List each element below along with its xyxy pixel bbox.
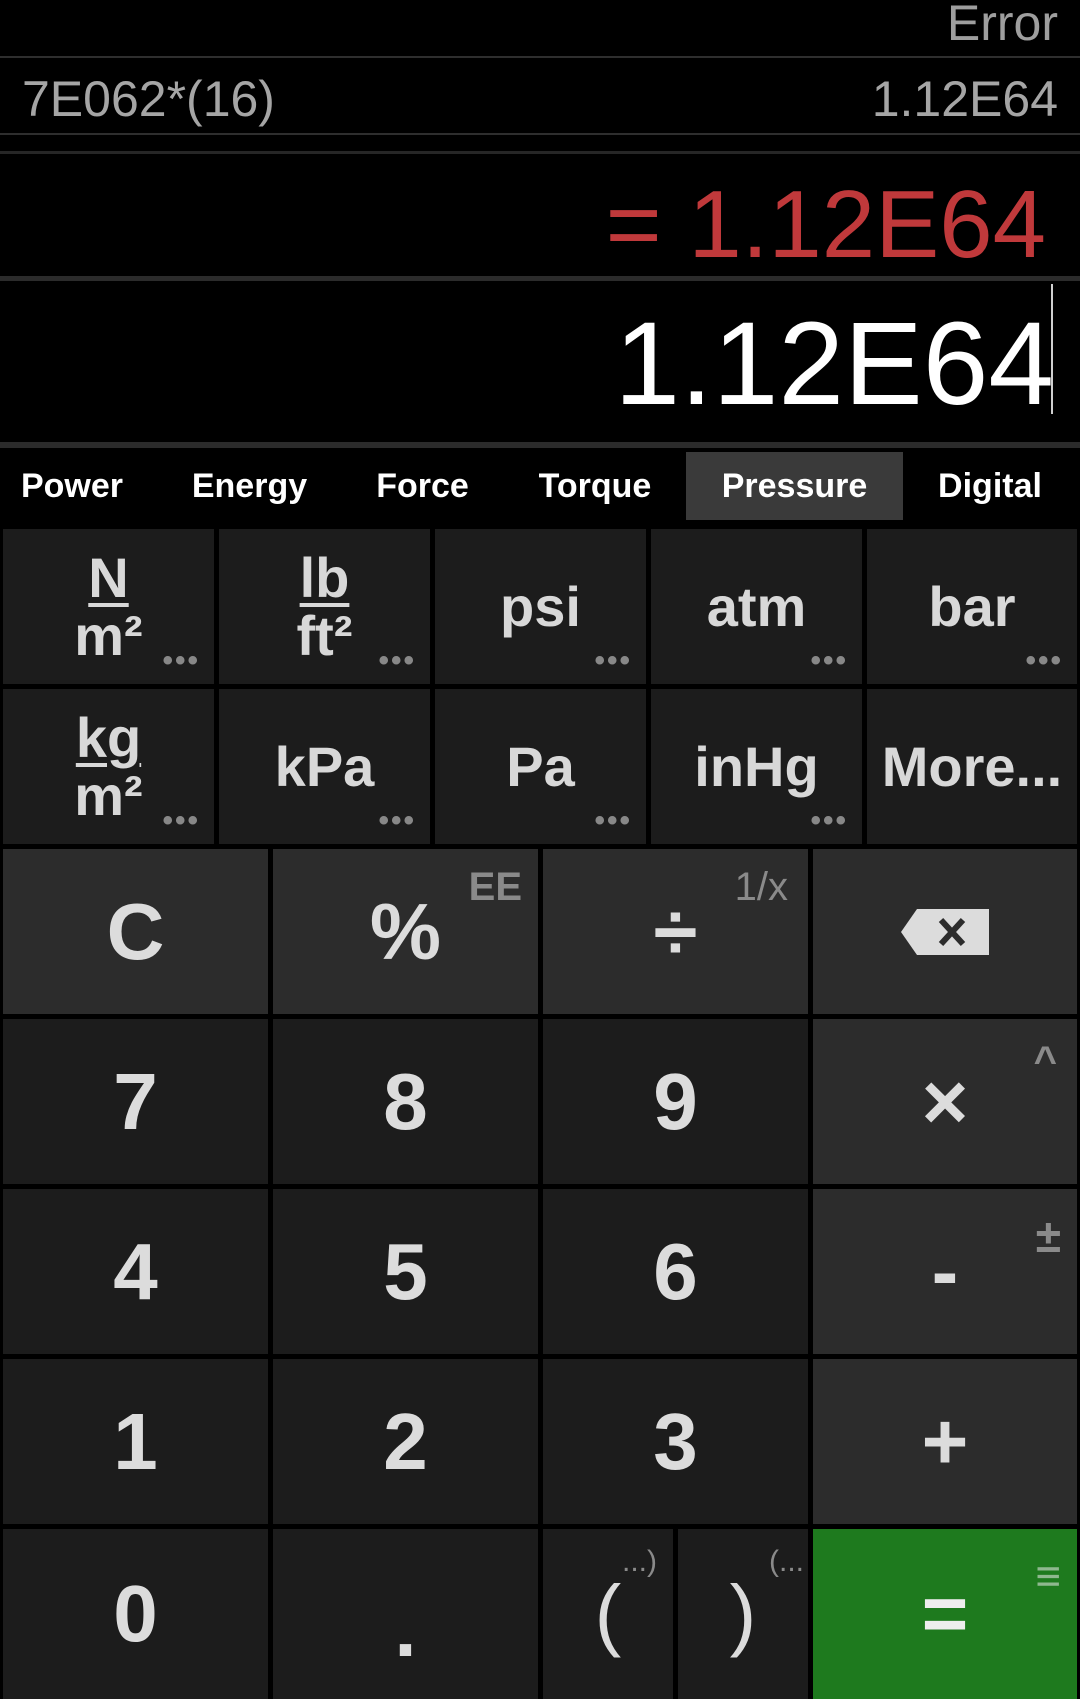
decimal-point-button[interactable]: . [273,1529,538,1699]
more-units-button[interactable]: More... [867,689,1077,844]
unit-numerator: N [88,545,129,609]
unit-numerator: lb [299,545,350,609]
history-expression[interactable]: 7E062*(16) [22,70,275,128]
more-options-icon: ••• [594,804,632,837]
nine-button[interactable]: 9 [543,1019,808,1184]
four-label: 4 [113,1226,158,1316]
tab-force[interactable]: Force [350,452,495,520]
clear-label: C [106,886,165,976]
more-options-icon: ••• [594,644,632,677]
percent-label: % [369,886,442,976]
more-options-icon: ••• [162,644,200,677]
unit-denominator: m² [74,603,143,667]
percent-button[interactable]: % EE [273,849,538,1014]
unit-bar-button[interactable]: bar ••• [867,529,1077,684]
backspace-icon [901,908,989,955]
seven-button[interactable]: 7 [3,1019,268,1184]
ee-secondary-label: EE [468,865,522,909]
unit-psi-button[interactable]: psi ••• [435,529,646,684]
more-options-icon: ••• [162,804,200,837]
tab-power[interactable]: Power [0,452,144,520]
power-secondary-label: ^ [1033,1039,1057,1083]
history-result[interactable]: 1.12E64 [872,70,1058,128]
five-label: 5 [383,1226,428,1316]
reciprocal-secondary-label: 1/x [734,865,788,909]
divide-label: ÷ [653,886,698,976]
minus-button[interactable]: - ± [813,1189,1077,1354]
unit-label: Pa [506,735,575,798]
unit-pa-button[interactable]: Pa ••• [435,689,646,844]
eight-label: 8 [383,1056,428,1146]
more-options-icon: ••• [810,804,848,837]
open-paren-secondary-label: ...) [622,1545,657,1578]
six-button[interactable]: 6 [543,1189,808,1354]
more-options-icon: ••• [810,644,848,677]
more-units-label: More... [881,735,1063,798]
unit-numerator: kg [75,705,142,769]
divider [0,133,1080,135]
tab-energy[interactable]: Energy [172,452,327,520]
plus-button[interactable]: + [813,1359,1077,1524]
three-label: 3 [653,1396,698,1486]
unit-label: psi [500,575,581,638]
zero-label: 0 [113,1569,158,1658]
backspace-button[interactable] [813,849,1077,1014]
minus-label: - [931,1226,959,1316]
unit-n-per-m2-button[interactable]: N m² ••• [3,529,214,684]
two-label: 2 [383,1396,428,1486]
history-label: Error [946,0,1058,51]
plus-minus-secondary-label: ± [1035,1210,1061,1262]
unit-denominator: ft² [296,603,353,667]
eight-button[interactable]: 8 [273,1019,538,1184]
unit-lb-per-ft2-button[interactable]: lb ft² ••• [219,529,430,684]
clear-button[interactable]: C [3,849,268,1014]
two-button[interactable]: 2 [273,1359,538,1524]
plus-label: + [921,1396,969,1486]
tab-pressure[interactable]: Pressure [686,452,903,520]
close-paren-secondary-label: (... [769,1545,804,1578]
tab-digital[interactable]: Digital [920,452,1060,520]
equals-button[interactable]: = ≡ [813,1529,1077,1699]
unit-atm-button[interactable]: atm ••• [651,529,862,684]
divider [0,151,1080,154]
divider [0,276,1080,281]
divide-button[interactable]: ÷ 1/x [543,849,808,1014]
decimal-point-label: . [394,1584,417,1673]
close-parenthesis-label: ) [729,1569,757,1658]
input-display[interactable]: 1.12E64 [614,296,1054,432]
close-parenthesis-button[interactable]: ) (... [678,1529,808,1699]
multiply-label: × [921,1056,969,1146]
more-options-icon: ••• [378,804,416,837]
unit-label: kPa [274,735,375,798]
menu-icon: ≡ [1035,1552,1061,1601]
unit-denominator: m² [74,763,143,827]
tab-torque[interactable]: Torque [520,452,670,520]
unit-label: inHg [694,735,819,798]
unit-kpa-button[interactable]: kPa ••• [219,689,430,844]
multiply-button[interactable]: × ^ [813,1019,1077,1184]
six-label: 6 [653,1226,698,1316]
one-label: 1 [113,1396,158,1486]
nine-label: 9 [653,1056,698,1146]
unit-label: bar [928,575,1016,638]
more-options-icon: ••• [378,644,416,677]
four-button[interactable]: 4 [3,1189,268,1354]
seven-label: 7 [113,1056,158,1146]
unit-label: atm [706,575,807,638]
open-parenthesis-label: ( [594,1569,622,1658]
five-button[interactable]: 5 [273,1189,538,1354]
unit-inhg-button[interactable]: inHg ••• [651,689,862,844]
divider [0,442,1080,448]
text-cursor [1051,284,1053,414]
result-display: = 1.12E64 [605,171,1046,278]
zero-button[interactable]: 0 [3,1529,268,1699]
unit-kg-per-m2-button[interactable]: kg m² ••• [3,689,214,844]
equals-label: = [921,1569,969,1658]
three-button[interactable]: 3 [543,1359,808,1524]
more-options-icon: ••• [1025,644,1063,677]
one-button[interactable]: 1 [3,1359,268,1524]
open-parenthesis-button[interactable]: ( ...) [543,1529,673,1699]
divider [0,56,1080,58]
